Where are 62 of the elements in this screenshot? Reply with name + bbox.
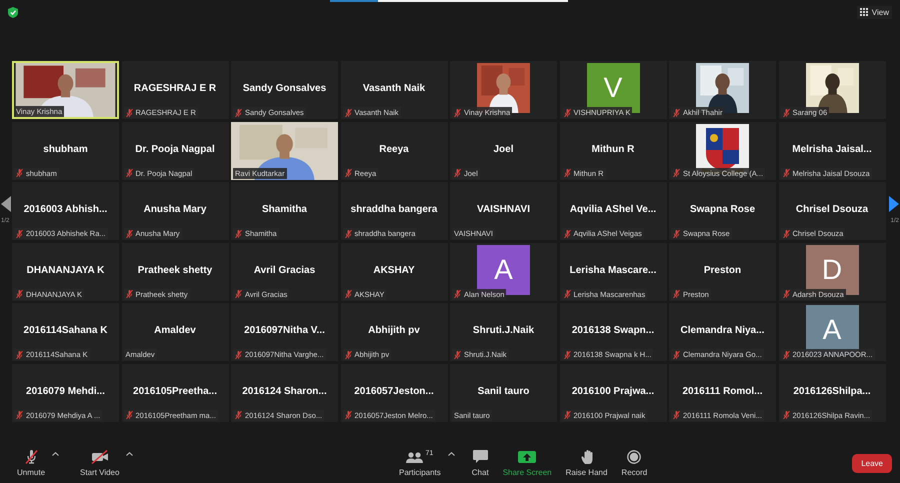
participant-title: Lerisha Mascare... — [570, 264, 656, 276]
participant-title: Joel — [493, 144, 514, 155]
participant-title: 2016100 Prajwa... — [572, 386, 654, 397]
people-icon — [406, 450, 424, 462]
participant-title: 2016003 Abhish... — [24, 204, 108, 216]
share-screen-icon — [518, 450, 536, 462]
participant-title: RAGESHRAJ E R — [134, 83, 216, 94]
participant-title: 2016105Preetha... — [133, 386, 217, 397]
left-arrow-icon — [1, 196, 11, 212]
participant-title: Mithun R — [592, 144, 634, 155]
participant-title: Shruti.J.Naik — [472, 325, 534, 336]
participant-title: 2016114Sahana K — [24, 325, 108, 336]
participant-title: Avril Gracias — [254, 264, 316, 276]
share-screen-button[interactable]: Share Screen — [500, 448, 555, 478]
participant-title: Swapna Rose — [690, 204, 756, 216]
participant-title: 2016111 Romol... — [682, 386, 763, 397]
grid-icon — [860, 8, 868, 16]
participant-title: Preston — [704, 264, 742, 276]
participant-title: Shamitha — [262, 204, 307, 216]
video-button[interactable]: Start Video — [77, 448, 122, 478]
participant-title: DHANANJAYA K — [26, 264, 104, 276]
previous-page-button[interactable] — [1, 196, 11, 212]
participant-title: Amaldev — [154, 325, 196, 336]
participant-title: Aqvilia AShel Ve... — [570, 204, 656, 216]
muted-mic-icon — [22, 450, 40, 464]
hand-icon — [580, 450, 593, 464]
participant-title: 2016057Jeston... — [354, 386, 434, 397]
caret-icon — [52, 452, 60, 456]
next-page-button[interactable] — [889, 196, 899, 212]
participant-title: shraddha bangera — [350, 204, 438, 216]
participant-title: VAISHNAVI — [477, 204, 530, 216]
caret-icon — [448, 452, 455, 456]
participant-title: 2016079 Mehdi... — [26, 386, 105, 397]
caret-icon — [126, 452, 134, 456]
mic-button[interactable]: Unmute — [14, 448, 48, 478]
participant-title: 2016124 Sharon... — [242, 386, 327, 397]
participant-title: Dr. Pooja Nagpal — [135, 144, 215, 155]
participant-title: Sandy Gonsalves — [242, 83, 326, 94]
participant-title: Clemandra Niya... — [680, 325, 764, 336]
shield-icon — [8, 6, 18, 18]
participant-title: shubham — [43, 144, 88, 155]
participant-title: Anusha Mary — [144, 204, 206, 216]
participant-title: AKSHAY — [373, 264, 415, 276]
hand-button[interactable]: Raise Hand — [562, 448, 610, 478]
participant-title: Abhijith pv — [368, 325, 420, 336]
record-icon — [627, 450, 642, 464]
participant-title: Melrisha Jaisal... — [792, 144, 872, 155]
leave-button[interactable]: Leave — [852, 454, 892, 472]
chat-button[interactable]: Chat — [468, 448, 492, 478]
record-button[interactable]: Record — [618, 448, 650, 478]
video-off-icon — [90, 450, 109, 464]
participant-title: Chrisel Dsouza — [796, 204, 868, 216]
participant-title: 2016097Nitha V... — [244, 325, 325, 336]
participant-title: 2016138 Swapn... — [572, 325, 654, 336]
chat-icon — [472, 450, 488, 463]
view-button[interactable]: View — [856, 6, 892, 18]
participant-title: Reeya — [379, 144, 409, 155]
right-arrow-icon — [889, 196, 899, 212]
participant-title: Pratheek shetty — [138, 264, 212, 276]
participant-title: Vasanth Naik — [362, 83, 426, 94]
participant-title: 2016126Shilpa... — [793, 386, 871, 397]
participant-title: Sanil tauro — [478, 386, 530, 397]
